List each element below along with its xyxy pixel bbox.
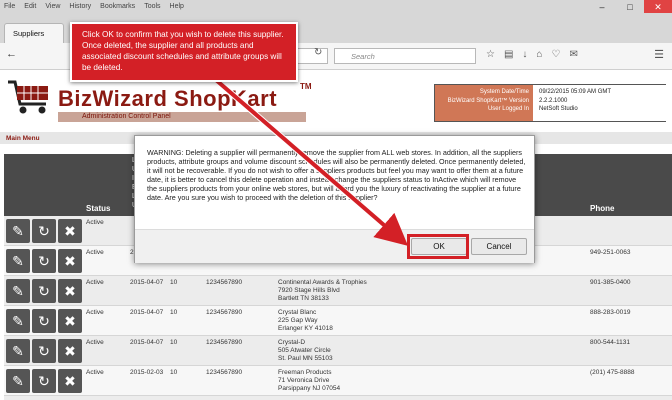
instruction-callout: Click OK to confirm that you wish to del… bbox=[70, 22, 298, 82]
